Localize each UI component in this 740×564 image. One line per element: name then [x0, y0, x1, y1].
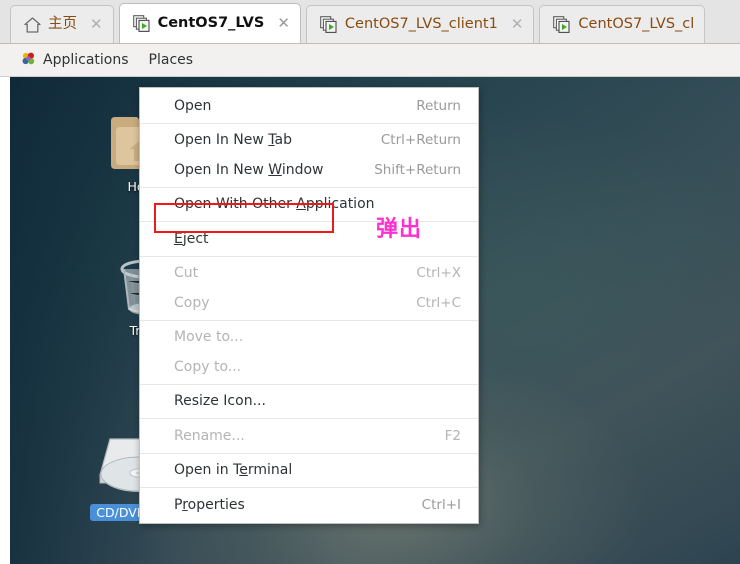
- menu-separator: [140, 319, 478, 321]
- menu-item-label: Open With Other Application: [174, 196, 375, 213]
- menu-item-label: Eject: [174, 230, 209, 247]
- menu-item-copy[interactable]: Copy Ctrl+C: [140, 288, 478, 318]
- tab-label: CentOS7_LVS: [157, 15, 265, 32]
- menu-item-label: Move to...: [174, 329, 244, 346]
- menu-item-rename[interactable]: Rename... F2: [140, 421, 478, 451]
- menu-item-properties[interactable]: Properties Ctrl+I: [140, 490, 478, 520]
- menu-item-eject[interactable]: Eject: [140, 224, 478, 254]
- menu-item-copy-to[interactable]: Copy to...: [140, 352, 478, 382]
- menu-separator: [140, 418, 478, 419]
- close-icon[interactable]: ✕: [90, 17, 103, 32]
- tab-centos7-lvs-cl[interactable]: CentOS7_LVS_cl: [539, 5, 706, 43]
- menu-separator: [140, 122, 478, 124]
- menu-item-label: Open In New Window: [174, 161, 324, 178]
- menu-item-label: Open: [174, 97, 212, 114]
- menu-item-open-in-new-window[interactable]: Open In New Window Shift+Return: [140, 155, 478, 185]
- annotation-note-text: 弹出: [376, 217, 423, 242]
- places-menu[interactable]: Places: [140, 50, 203, 70]
- menu-item-open-in-terminal[interactable]: Open in Terminal: [140, 456, 478, 486]
- applications-menu[interactable]: Applications: [12, 49, 138, 72]
- menu-item-label: Open in Terminal: [174, 462, 293, 479]
- gnome-foot-icon: [21, 51, 36, 70]
- menu-separator: [140, 186, 478, 188]
- menu-item-accel: Ctrl+X: [416, 265, 461, 282]
- tab-centos7-lvs[interactable]: CentOS7_LVS ✕: [118, 3, 301, 43]
- close-icon[interactable]: ✕: [277, 16, 290, 31]
- tab-home[interactable]: 主页 ✕: [10, 5, 114, 43]
- menu-item-accel: Shift+Return: [374, 161, 461, 178]
- menu-item-accel: Ctrl+Return: [380, 132, 461, 149]
- menu-item-label: Copy to...: [174, 358, 242, 375]
- vmware-tab-bar: 主页 ✕ CentOS7_LVS ✕ CentOS7_LVS_client1 ✕: [0, 0, 740, 44]
- menu-item-label: Cut: [174, 265, 199, 282]
- menu-item-open[interactable]: Open Return: [140, 91, 478, 121]
- menu-item-accel: F2: [444, 427, 461, 444]
- applications-label: Applications: [43, 52, 129, 68]
- tab-label: CentOS7_LVS_client1: [344, 16, 498, 33]
- gnome-top-panel: Applications Places: [0, 44, 740, 77]
- menu-separator: [140, 487, 478, 488]
- menu-separator: [140, 221, 478, 222]
- menu-separator: [140, 383, 478, 385]
- menu-item-accel: Ctrl+C: [416, 294, 461, 311]
- close-icon[interactable]: ✕: [511, 17, 524, 32]
- menu-separator: [140, 255, 478, 257]
- menu-item-accel: Return: [416, 97, 461, 114]
- menu-item-label: Rename...: [174, 427, 245, 444]
- menu-item-open-in-new-tab[interactable]: Open In New Tab Ctrl+Return: [140, 126, 478, 156]
- menu-item-label: Properties: [174, 496, 245, 513]
- home-icon: [24, 16, 41, 33]
- tab-label: CentOS7_LVS_cl: [578, 16, 695, 33]
- menu-item-cut[interactable]: Cut Ctrl+X: [140, 259, 478, 289]
- menu-item-move-to[interactable]: Move to...: [140, 323, 478, 353]
- menu-item-label: Open In New Tab: [174, 132, 292, 149]
- menu-separator: [140, 452, 478, 454]
- file-context-menu: Open Return Open In New Tab Ctrl+Return …: [139, 87, 479, 524]
- virtual-machine-icon: [132, 15, 151, 32]
- places-label: Places: [148, 52, 194, 68]
- virtual-machine-icon: [320, 16, 338, 33]
- menu-item-label: Resize Icon...: [174, 393, 266, 410]
- virtual-machine-icon: [553, 16, 571, 33]
- menu-item-open-with-other-application[interactable]: Open With Other Application: [140, 190, 478, 220]
- tab-label: 主页: [48, 16, 77, 33]
- menu-item-accel: Ctrl+I: [421, 496, 461, 513]
- menu-item-label: Copy: [174, 294, 210, 311]
- tab-centos7-lvs-client1[interactable]: CentOS7_LVS_client1 ✕: [305, 5, 535, 43]
- menu-item-resize-icon[interactable]: Resize Icon...: [140, 387, 478, 417]
